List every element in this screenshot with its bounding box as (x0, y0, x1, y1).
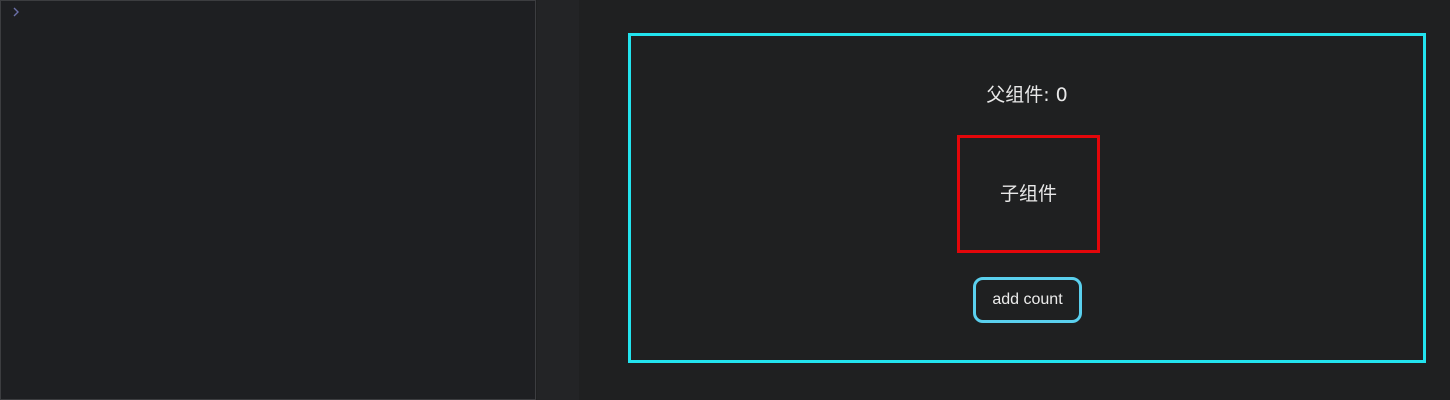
chevron-right-icon (11, 5, 21, 19)
parent-component: 父组件: 0 子组件 add count (628, 33, 1426, 363)
add-count-button[interactable]: add count (973, 277, 1082, 323)
app-window: 父组件: 0 子组件 add count (0, 0, 1450, 400)
child-label: 子组件 (999, 183, 1057, 205)
parent-title: 父组件: 0 (986, 84, 1068, 106)
console-pane[interactable] (0, 0, 536, 400)
child-component: 子组件 (957, 135, 1100, 253)
pane-divider[interactable] (537, 0, 579, 400)
preview-pane: 父组件: 0 子组件 add count (579, 0, 1450, 400)
